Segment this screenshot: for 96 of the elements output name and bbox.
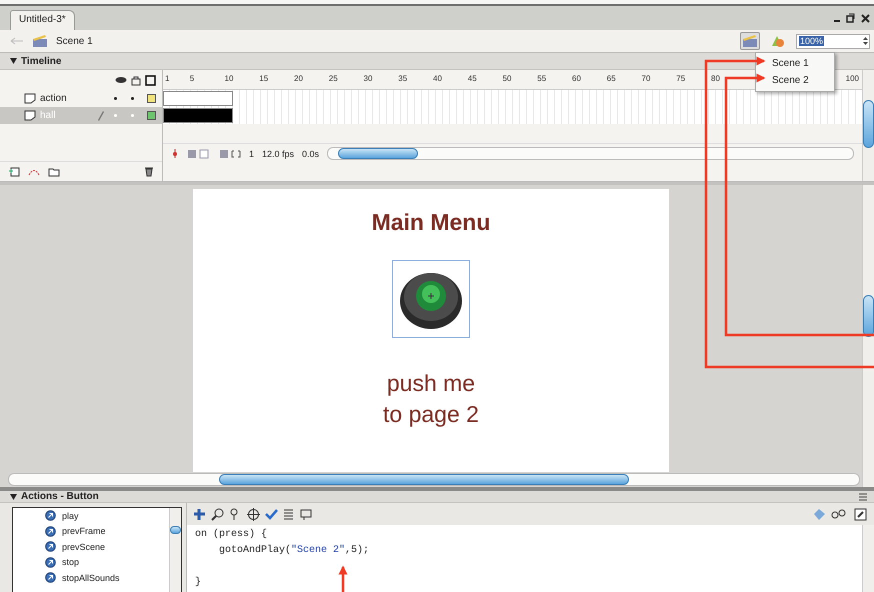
checkmark-icon [265, 508, 278, 520]
frame-rate: 12.0 fps [262, 148, 294, 158]
frame-number: 5 [190, 74, 194, 83]
trash-icon [144, 166, 154, 177]
frame-number: 30 [364, 74, 372, 83]
edit-scene-button[interactable] [740, 32, 760, 50]
frame-number: 45 [468, 74, 477, 83]
code-line: } [195, 576, 202, 590]
spinner-icon [862, 35, 869, 47]
frame-number: 15 [259, 74, 268, 83]
speech-bubble-icon [299, 508, 312, 520]
frame-number: 25 [328, 74, 338, 83]
frame-number: 55 [537, 74, 546, 83]
button-selection-frame[interactable] [392, 260, 470, 338]
frame-number: 60 [572, 74, 581, 83]
outline-swatch[interactable] [147, 94, 156, 103]
action-item[interactable]: play [45, 508, 169, 524]
options-menu-icon [858, 492, 868, 502]
keyframe-span[interactable] [163, 91, 233, 106]
lock-dot-icon[interactable] [131, 114, 134, 117]
collapse-triangle-icon[interactable] [10, 58, 17, 64]
outline-swatch[interactable] [147, 111, 156, 120]
frame-number: 75 [676, 74, 686, 83]
layer-row[interactable]: action [0, 90, 162, 107]
arrow-circle-icon [45, 510, 56, 522]
toolbox-scrollbar[interactable] [169, 508, 181, 592]
button-caption: push me to page 2 [383, 369, 479, 429]
frame-number: 35 [398, 74, 408, 83]
add-icon [193, 508, 206, 520]
outline-icon [145, 74, 156, 86]
visibility-dot-icon[interactable] [114, 114, 117, 117]
close-icon [861, 13, 870, 23]
restore-icon [846, 13, 855, 23]
document-tab[interactable]: Untitled-3* [10, 10, 75, 30]
onion-skin-icon [187, 148, 211, 159]
timeline-scrollbar[interactable] [327, 147, 854, 160]
clapboard-icon [32, 34, 48, 48]
add-layer-icon [8, 166, 20, 177]
arrow-circle-icon [45, 572, 56, 584]
script-assist-icon [852, 508, 868, 520]
action-item[interactable]: stop [45, 554, 169, 570]
panel-title: Timeline [21, 56, 62, 66]
arrow-circle-icon [45, 556, 56, 568]
current-frame: 1 [249, 148, 254, 158]
action-item[interactable]: stopAllSounds [45, 570, 169, 586]
clapboard-icon [742, 34, 758, 48]
frame-number: 20 [294, 74, 303, 83]
stage-scrollbar[interactable] [8, 473, 860, 486]
visibility-dot-icon[interactable] [114, 97, 117, 100]
lock-dot-icon[interactable] [131, 97, 134, 100]
center-frame-icon [171, 148, 179, 159]
timeline-vertical-scrollbar[interactable] [862, 70, 874, 181]
eye-icon [115, 76, 127, 84]
stage-vertical-scrollbar[interactable] [862, 185, 874, 487]
frame-number: 50 [502, 74, 512, 83]
frame-number: 40 [433, 74, 442, 83]
code-line: on (press) { [195, 528, 268, 542]
frame-number: 1 [165, 74, 170, 83]
frame-number: 10 [224, 74, 234, 83]
minimize-icon [834, 20, 840, 22]
scene-name: Scene 1 [56, 36, 93, 46]
format-lines-icon [283, 508, 294, 520]
edit-markers-icon [219, 148, 241, 159]
lock-icon [131, 74, 141, 86]
frame-number: 65 [606, 74, 616, 83]
arrow-circle-icon [45, 541, 56, 552]
stage-title: Main Menu [372, 209, 490, 236]
back-arrow-icon [10, 36, 24, 46]
layer-icon [24, 93, 36, 104]
script-scrollbar[interactable] [862, 525, 874, 592]
scene-menu-item[interactable]: Scene 1 [756, 55, 834, 72]
annotation-arrow [338, 566, 348, 592]
layer-name: action [40, 93, 68, 104]
frame-number: 100 [846, 74, 859, 83]
pencil-icon [97, 110, 105, 122]
shapes-icon [770, 34, 786, 48]
collapse-triangle-icon[interactable] [10, 494, 17, 500]
debug-icon [813, 508, 826, 520]
zoom-field[interactable]: 100% [796, 34, 870, 48]
glasses-icon [831, 508, 847, 520]
action-item[interactable]: prevFrame [45, 524, 169, 539]
frame-row[interactable] [163, 107, 862, 124]
scene-menu-item[interactable]: Scene 2 [756, 72, 834, 89]
code-line: gotoAndPlay("Scene 2",5); [218, 544, 370, 558]
keyframe-span[interactable] [163, 108, 233, 123]
panel-title: Actions - Button [21, 491, 99, 502]
search-icon [211, 508, 224, 520]
layer-name: hall [40, 110, 57, 121]
frame-number: 70 [642, 74, 650, 83]
action-item[interactable]: prevScene [45, 539, 169, 554]
arrow-circle-icon [45, 526, 56, 537]
layer-icon [24, 110, 36, 121]
crosshair-icon [247, 508, 260, 520]
folder-icon [48, 166, 60, 177]
frame-number: 80 [711, 74, 720, 83]
elapsed-time: 0.0s [302, 148, 320, 158]
